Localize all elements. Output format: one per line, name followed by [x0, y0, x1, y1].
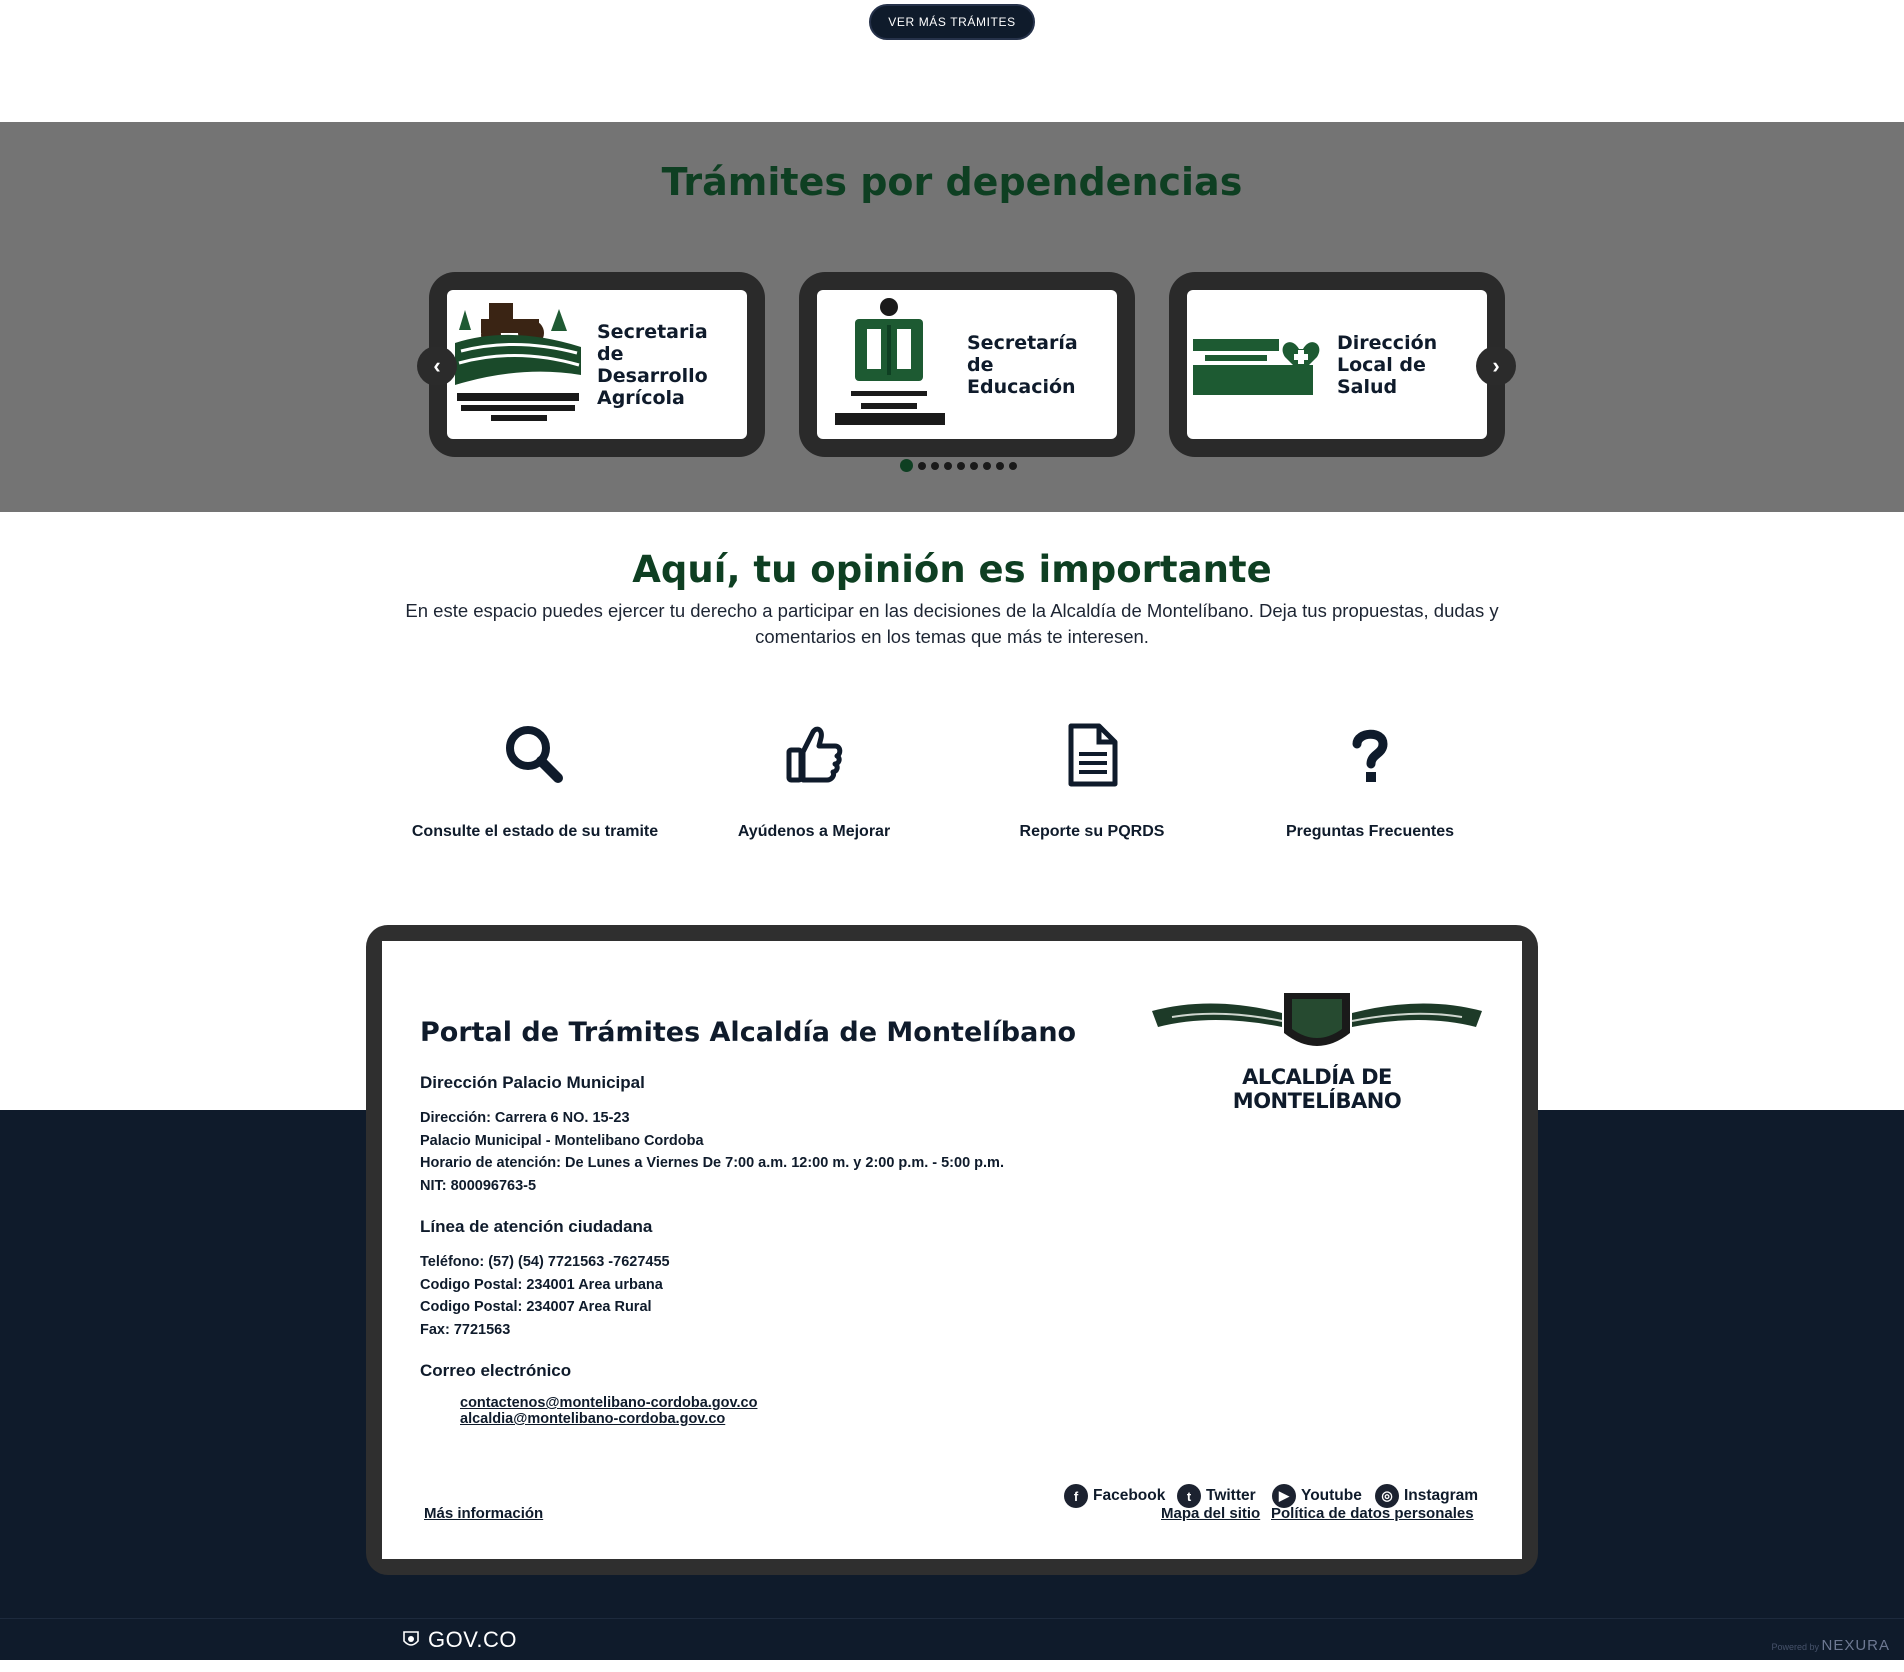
nexura-logo: NEXURA [1821, 1637, 1890, 1654]
linea-line: Codigo Postal: 234001 Area urbana [420, 1276, 663, 1293]
linea-line: Teléfono: (57) (54) 7721563 -7627455 [420, 1254, 670, 1270]
facebook-icon: f [1064, 1484, 1088, 1508]
opinion-item-label: Ayúdenos a Mejorar [737, 823, 891, 840]
direccion-line: Palacio Municipal - Montelibano Cordoba [420, 1132, 704, 1149]
carousel-dot-active[interactable] [900, 459, 913, 472]
carousel-next-button[interactable]: › [1476, 346, 1516, 386]
gov-strip: GOV.CO Powered by NEXURA [0, 1618, 1904, 1660]
salud-heart-logo-icon [1193, 338, 1320, 395]
dependencia-label: Dirección Local de Salud [1337, 331, 1438, 398]
opinion-item-faq[interactable]: Preguntas Frecuentes [1245, 720, 1495, 844]
social-label: Twitter [1206, 1487, 1256, 1504]
eagle-crest-icon [1152, 993, 1482, 1046]
carousel-dots [900, 459, 1017, 472]
chevron-left-icon: ‹ [433, 353, 441, 378]
opinion-item-label: Preguntas Frecuentes [1285, 823, 1455, 840]
direccion-line: Horario de atención: De Lunes a Viernes … [420, 1155, 1004, 1171]
portal-title: Portal de Trámites Alcaldía de Montelíba… [420, 1017, 1077, 1048]
opinion-item-label: Consulte el estado de su tramite [411, 823, 659, 840]
direccion-line: Dirección: Carrera 6 NO. 15-23 [420, 1110, 630, 1126]
chevron-right-icon: › [1492, 353, 1500, 378]
politica-datos-link[interactable]: Política de datos personales [1271, 1505, 1474, 1522]
document-icon [1068, 723, 1118, 787]
footer-info-frame: Portal de Trámites Alcaldía de Montelíba… [366, 925, 1538, 1575]
tractor-field-logo-icon [455, 302, 581, 421]
carousel-dot[interactable] [983, 461, 991, 470]
linea-lines: Teléfono: (57) (54) 7721563 -7627455 Cod… [420, 1251, 670, 1341]
dependencia-label: Secretaría de Educación [967, 331, 1078, 398]
social-label: Youtube [1301, 1487, 1362, 1504]
linea-line: Fax: 7721563 [420, 1321, 511, 1338]
opinion-item-pqrds[interactable]: Reporte su PQRDS [967, 720, 1217, 844]
carousel-dot[interactable] [944, 461, 952, 470]
top-band: VER MÁS TRÁMITES [0, 0, 1904, 122]
dependencias-section: Trámites por dependencias Secretaria de … [0, 122, 1904, 512]
powered-by-label: Powered by [1771, 1642, 1819, 1652]
ver-mas-tramites-button[interactable]: VER MÁS TRÁMITES [869, 4, 1035, 40]
carousel-dot[interactable] [918, 461, 926, 470]
linea-line: Codigo Postal: 234007 Area Rural [420, 1299, 652, 1315]
direccion-line: NIT: 800096763-5 [420, 1177, 537, 1194]
carousel-dot[interactable] [996, 461, 1004, 470]
gov-shield-icon [403, 1631, 419, 1646]
dependencia-label: Secretaria de Desarrollo Agrícola [597, 320, 708, 409]
book-reader-logo-icon [835, 297, 945, 425]
dependencia-card-salud[interactable]: Dirección Local de Salud [1169, 272, 1505, 457]
dependencia-card-agricola[interactable]: Secretaria de Desarrollo Agrícola [429, 272, 765, 457]
carousel-dot[interactable] [1009, 461, 1017, 470]
question-icon [1352, 729, 1388, 782]
carousel-prev-button[interactable]: ‹ [417, 346, 457, 386]
direccion-lines: Dirección: Carrera 6 NO. 15-23 Palacio M… [420, 1107, 1004, 1197]
opinion-title: Aquí, tu opinión es importante [632, 548, 1272, 591]
email-link-alcaldia[interactable]: alcaldia@montelibano-cordoba.gov.co [460, 1411, 757, 1427]
email-links: contactenos@montelibano-cordoba.gov.co a… [460, 1395, 757, 1427]
opinion-item-mejorar[interactable]: Ayúdenos a Mejorar [689, 720, 939, 844]
carousel-dot[interactable] [970, 461, 978, 470]
search-icon [506, 726, 563, 783]
carousel-dot[interactable] [931, 461, 939, 470]
social-facebook[interactable]: f Facebook [1064, 1484, 1165, 1508]
powered-by[interactable]: Powered by NEXURA [1771, 1637, 1890, 1654]
mas-informacion-link[interactable]: Más información [424, 1505, 543, 1522]
dependencia-card-educacion[interactable]: Secretaría de Educación [799, 272, 1135, 457]
footer-info-card: Portal de Trámites Alcaldía de Montelíba… [382, 941, 1522, 1559]
page: VER MÁS TRÁMITES Trámites por dependenci… [0, 0, 1904, 1672]
mapa-sitio-link[interactable]: Mapa del sitio [1161, 1505, 1260, 1522]
gov-co-label: GOV.CO [428, 1627, 517, 1652]
linea-heading: Línea de atención ciudadana [420, 1217, 653, 1236]
carousel-dot[interactable] [957, 461, 965, 470]
thumbs-up-icon [786, 726, 843, 783]
alcaldia-logo: ALCALDÍA DE MONTELÍBANO [1152, 983, 1482, 1113]
social-label: Facebook [1093, 1487, 1166, 1504]
alcaldia-logo-text: ALCALDÍA DE MONTELÍBANO [1232, 1065, 1402, 1113]
social-label: Instagram [1404, 1487, 1479, 1504]
gov-co-logo[interactable]: GOV.CO [402, 1627, 517, 1653]
opinion-description: En este espacio puedes ejercer tu derech… [405, 600, 1499, 647]
direccion-heading: Dirección Palacio Municipal [420, 1073, 645, 1092]
opinion-item-consulte[interactable]: Consulte el estado de su tramite [410, 720, 660, 844]
correo-heading: Correo electrónico [420, 1361, 572, 1380]
dependencias-title: Trámites por dependencias [661, 160, 1243, 204]
opinion-item-label: Reporte su PQRDS [1019, 823, 1165, 840]
email-link-contactenos[interactable]: contactenos@montelibano-cordoba.gov.co [460, 1395, 757, 1411]
